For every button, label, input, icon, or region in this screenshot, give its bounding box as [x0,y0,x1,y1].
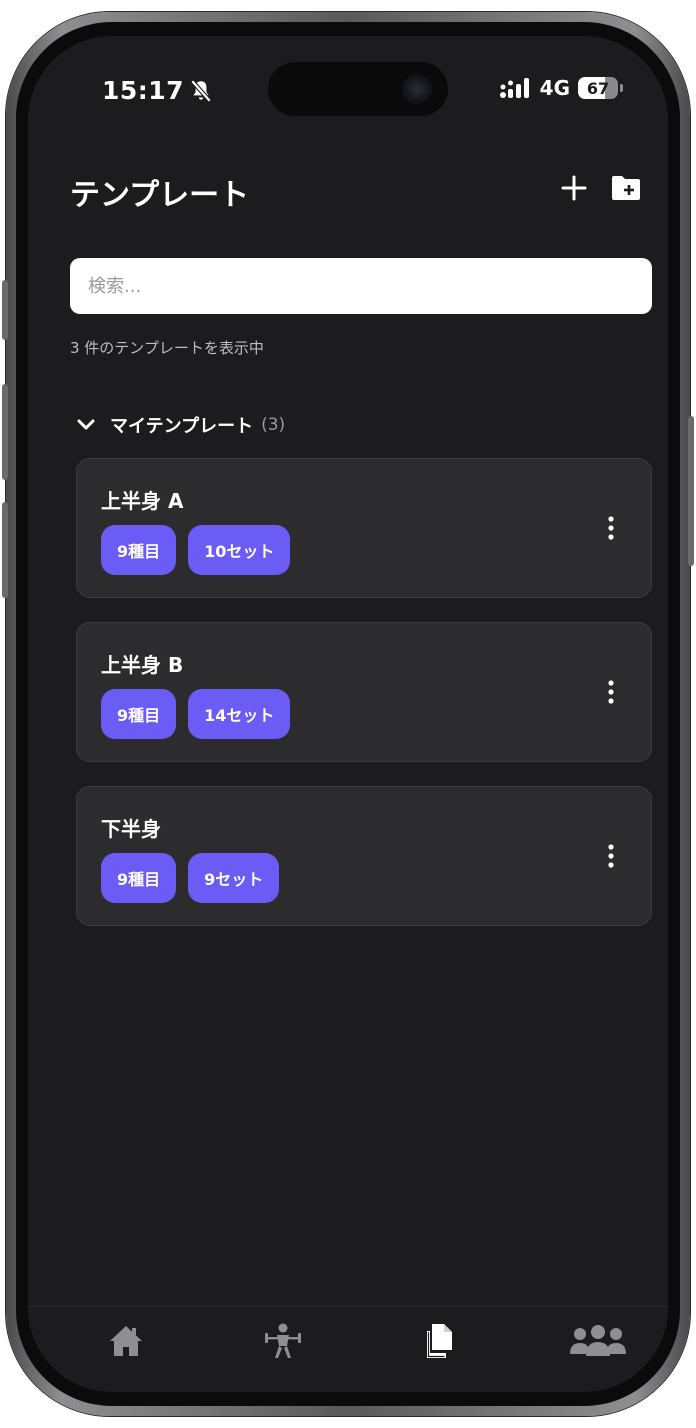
chevron-down-icon [77,419,95,430]
template-name: 上半身 B [101,653,184,677]
app-screen: 15:17 4G 67 テンプレート 検索... 3 件のテンプレートを表示中 … [28,36,668,1392]
template-chips: 9種目 10セット [101,525,291,575]
battery-icon: 67 [578,77,623,99]
volume-up-button [2,384,8,480]
signal-icon [499,78,529,98]
phone-bezel: 15:17 4G 67 テンプレート 検索... 3 件のテンプレートを表示中 … [16,22,680,1406]
template-chips: 9種目 9セット [101,853,280,903]
power-button [688,416,694,566]
page-title: テンプレート [70,178,250,213]
section-count: (3) [261,415,286,435]
documents-icon [427,1324,452,1358]
phone-frame: 15:17 4G 67 テンプレート 検索... 3 件のテンプレートを表示中 … [2,12,694,1416]
more-options-button[interactable] [601,679,621,705]
network-label: 4G [539,76,570,100]
action-button [2,280,8,340]
template-name: 上半身 A [101,489,184,513]
tab-workout[interactable] [253,1321,313,1361]
users-icon [570,1325,626,1356]
battery-level: 67 [586,78,610,98]
more-options-button[interactable] [601,515,621,541]
template-card[interactable]: 下半身 9種目 9セット [76,786,652,926]
template-card[interactable]: 上半身 B 9種目 14セット [76,622,652,762]
exercise-count-badge: 9種目 [101,525,177,575]
status-right: 4G 67 [499,76,623,100]
set-count-badge: 14セット [188,689,291,739]
add-template-button[interactable] [558,172,590,204]
more-options-button[interactable] [601,843,621,869]
bell-off-icon [190,79,212,103]
tab-community[interactable] [568,1321,628,1361]
template-chips: 9種目 14セット [101,689,291,739]
search-input[interactable] [70,258,652,314]
weightlifting-icon [265,1323,301,1358]
set-count-badge: 9セット [188,853,280,903]
camera-icon [402,74,432,104]
bottom-tab-bar [28,1306,668,1392]
dynamic-island [268,62,448,116]
status-time: 15:17 [102,76,185,105]
template-card[interactable]: 上半身 A 9種目 10セット [76,458,652,598]
tab-home[interactable] [96,1321,156,1361]
add-folder-button[interactable] [610,174,642,202]
template-name: 下半身 [101,817,161,841]
exercise-count-badge: 9種目 [101,689,177,739]
volume-down-button [2,502,8,598]
home-icon [110,1326,142,1356]
exercise-count-badge: 9種目 [101,853,177,903]
template-count-text: 3 件のテンプレートを表示中 [70,339,264,357]
section-title: マイテンプレート [110,416,254,437]
set-count-badge: 10セット [188,525,291,575]
section-header-my-templates[interactable]: マイテンプレート (3) [76,412,285,438]
tab-templates[interactable] [410,1321,470,1361]
